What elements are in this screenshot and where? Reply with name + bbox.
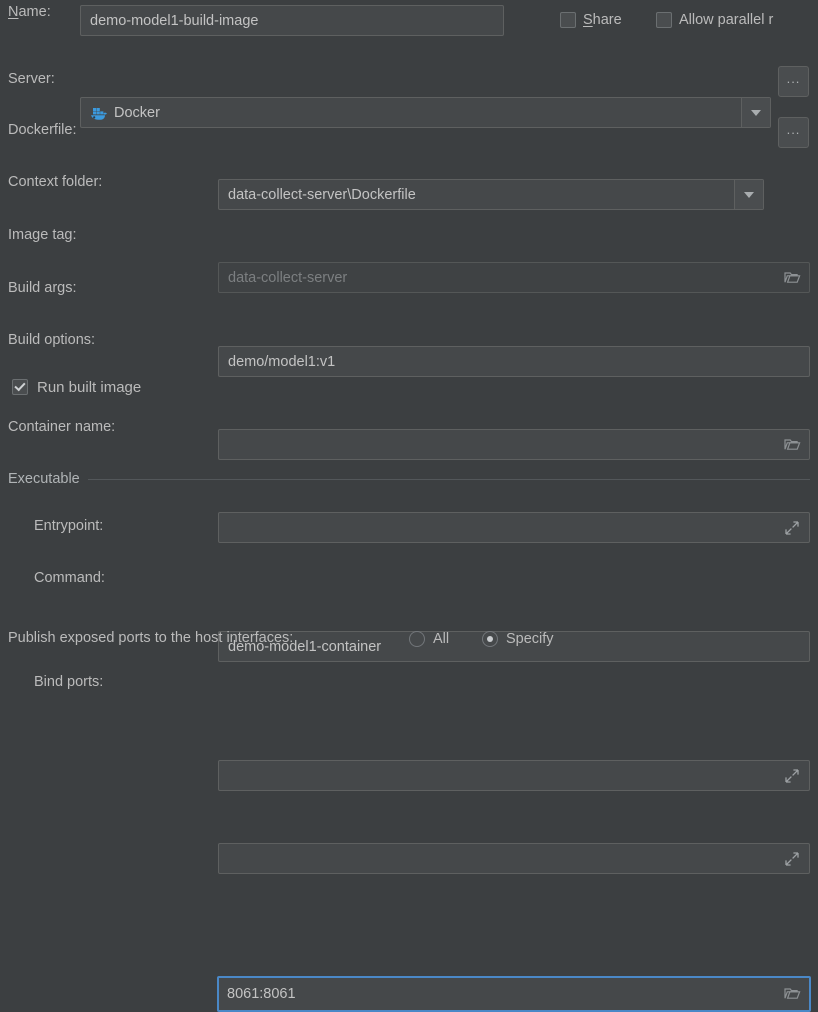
dockerfile-label: Dockerfile: — [8, 123, 77, 138]
context-folder-input-value: data-collect-server — [219, 270, 347, 286]
server-row: Server: — [8, 72, 55, 87]
publish-ports-label: Publish exposed ports to the host interf… — [8, 631, 293, 646]
share-label: Share — [583, 13, 622, 28]
server-label: Server: — [8, 72, 55, 87]
expand-icon[interactable] — [783, 767, 801, 785]
command-label: Command: — [34, 571, 105, 586]
expand-icon[interactable] — [783, 850, 801, 868]
publish-ports-specify-label: Specify — [506, 632, 554, 647]
allow-parallel-run-checkbox-row[interactable]: Allow parallel r — [656, 12, 818, 28]
entrypoint-input[interactable] — [218, 760, 810, 791]
allow-parallel-run-label: Allow parallel r — [679, 13, 773, 28]
container-name-row: Container name: — [8, 420, 115, 435]
chevron-down-icon — [744, 192, 754, 198]
build-options-label: Build options: — [8, 333, 95, 348]
bind-ports-label: Bind ports: — [34, 675, 103, 690]
dockerfile-row: Dockerfile: — [8, 123, 77, 138]
command-input[interactable] — [218, 843, 810, 874]
publish-ports-all-radio[interactable] — [409, 631, 425, 647]
share-checkbox[interactable] — [560, 12, 576, 28]
command-row: Command: — [34, 571, 105, 586]
server-combobox[interactable]: Docker — [80, 97, 771, 128]
entrypoint-row: Entrypoint: — [34, 519, 103, 534]
build-args-input[interactable] — [218, 429, 810, 460]
share-checkbox-row[interactable]: Share — [560, 12, 622, 28]
dockerfile-combobox-value: data-collect-server\Dockerfile — [219, 187, 734, 203]
run-built-image-checkbox[interactable] — [12, 379, 28, 395]
name-input-value: demo-model1-build-image — [81, 13, 258, 29]
server-combobox-value-wrap: Docker — [81, 105, 741, 121]
name-row: Name: — [8, 5, 51, 20]
publish-ports-radio-specify[interactable]: Specify — [482, 631, 554, 647]
build-options-row: Build options: — [8, 333, 95, 348]
chevron-down-icon — [751, 110, 761, 116]
build-args-row: Build args: — [8, 281, 77, 296]
dockerfile-combobox[interactable]: data-collect-server\Dockerfile — [218, 179, 764, 210]
image-tag-input[interactable]: demo/model1:v1 — [218, 346, 810, 377]
build-args-label: Build args: — [8, 281, 77, 296]
executable-section-divider — [88, 479, 810, 480]
bind-ports-input[interactable]: 8061:8061 — [217, 976, 811, 1012]
image-tag-label: Image tag: — [8, 228, 77, 243]
context-folder-label: Context folder: — [8, 175, 102, 190]
server-combobox-value: Docker — [114, 105, 160, 121]
server-dropdown-button[interactable] — [741, 98, 770, 127]
name-label: Name: — [8, 5, 51, 20]
image-tag-input-value: demo/model1:v1 — [219, 354, 335, 370]
allow-parallel-run-checkbox[interactable] — [656, 12, 672, 28]
publish-ports-all-label: All — [433, 632, 449, 647]
folder-icon[interactable] — [783, 985, 801, 1003]
run-built-image-label: Run built image — [37, 380, 141, 395]
entrypoint-label: Entrypoint: — [34, 519, 103, 534]
build-options-input[interactable] — [218, 512, 810, 543]
folder-icon[interactable] — [783, 269, 801, 287]
context-folder-input[interactable]: data-collect-server — [218, 262, 810, 293]
executable-section-header: Executable — [8, 472, 810, 487]
docker-run-configuration-panel: Name: demo-model1-build-image Share Allo… — [0, 0, 818, 710]
server-browse-button[interactable]: ... — [778, 66, 809, 97]
expand-icon[interactable] — [783, 519, 801, 537]
bind-ports-input-value: 8061:8061 — [219, 986, 296, 1002]
publish-ports-specify-radio[interactable] — [482, 631, 498, 647]
publish-ports-label-row: Publish exposed ports to the host interf… — [8, 631, 293, 646]
publish-ports-radio-all[interactable]: All — [409, 631, 449, 647]
docker-whale-icon — [90, 105, 108, 121]
bind-ports-row: Bind ports: — [34, 675, 103, 690]
dockerfile-browse-button[interactable]: ... — [778, 117, 809, 148]
context-folder-row: Context folder: — [8, 175, 102, 190]
container-name-label: Container name: — [8, 420, 115, 435]
name-input[interactable]: demo-model1-build-image — [80, 5, 504, 36]
dockerfile-dropdown-button[interactable] — [734, 180, 763, 209]
folder-icon[interactable] — [783, 436, 801, 454]
run-built-image-checkbox-row[interactable]: Run built image — [12, 379, 141, 395]
image-tag-row: Image tag: — [8, 228, 77, 243]
executable-section-label: Executable — [8, 472, 80, 487]
